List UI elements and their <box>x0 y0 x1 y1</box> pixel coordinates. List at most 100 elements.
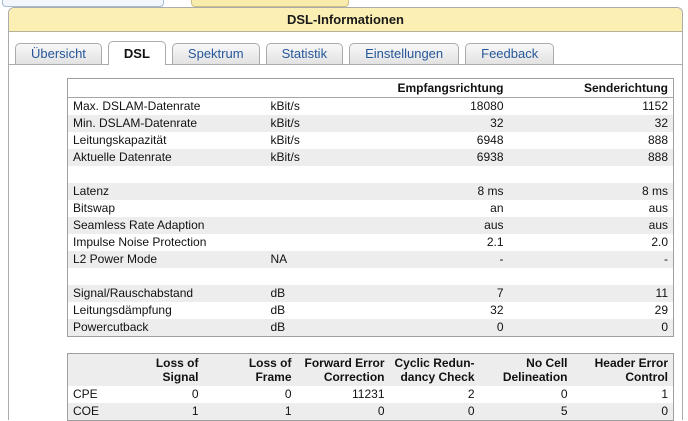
spacer-cell <box>68 166 674 183</box>
row-downstream-value: 6938 <box>336 149 509 166</box>
dsl-information-panel: DSL-Informationen Übersicht DSL Spektrum… <box>8 7 683 420</box>
row-upstream-value: 1152 <box>509 98 674 116</box>
row-unit <box>266 183 336 200</box>
coe-loss-of-frame: 1 <box>204 403 297 421</box>
tab-feedback[interactable]: Feedback <box>465 43 554 64</box>
table-row: Leitungskapazität kBit/s 6948 888 <box>68 132 674 149</box>
row-upstream-value: 29 <box>509 302 674 319</box>
row-label: Min. DSLAM-Datenrate <box>68 115 266 132</box>
row-upstream-value: 8 ms <box>509 183 674 200</box>
table-header-row: Empfangsrichtung Senderichtung <box>68 79 674 98</box>
table-row: Signal/Rauschabstand dB 7 11 <box>68 285 674 302</box>
cpe-forward-error-correction: 11231 <box>297 386 390 403</box>
table-row: Leitungsdämpfung dB 32 29 <box>68 302 674 319</box>
column-header-no-cell-delineation: No Cell Delineation <box>480 354 573 387</box>
row-downstream-value: 0 <box>336 319 509 337</box>
tab-dsl[interactable]: DSL <box>108 41 166 65</box>
row-downstream-value: 8 ms <box>336 183 509 200</box>
column-header-upstream: Senderichtung <box>509 79 674 98</box>
coe-header-error-control: 0 <box>573 403 674 421</box>
cpe-header-error-control: 1 <box>573 386 674 403</box>
table-row: L2 Power Mode NA - - <box>68 251 674 268</box>
row-label: Signal/Rauschabstand <box>68 285 266 302</box>
row-upstream-value: aus <box>509 200 674 217</box>
row-downstream-value: - <box>336 251 509 268</box>
row-upstream-value: 2.0 <box>509 234 674 251</box>
row-unit: dB <box>266 302 336 319</box>
row-upstream-value: - <box>509 251 674 268</box>
row-upstream-value: 0 <box>509 319 674 337</box>
row-downstream-value: an <box>336 200 509 217</box>
coe-no-cell-delineation: 5 <box>480 403 573 421</box>
table-row: Aktuelle Datenrate kBit/s 6938 888 <box>68 149 674 166</box>
row-downstream-value: 2.1 <box>336 234 509 251</box>
row-label: Max. DSLAM-Datenrate <box>68 98 266 116</box>
coe-loss-of-signal: 1 <box>133 403 204 421</box>
tab-statistik[interactable]: Statistik <box>266 43 344 64</box>
row-label: Impulse Noise Protection <box>68 234 266 251</box>
cpe-cyclic-redundancy-check: 2 <box>390 386 480 403</box>
column-header-forward-error-correction: Forward Error Correction <box>297 354 390 387</box>
row-label: Latenz <box>68 183 266 200</box>
page-title: DSL-Informationen <box>9 8 682 32</box>
cropped-yellow-button-fragment <box>191 0 349 7</box>
row-label: L2 Power Mode <box>68 251 266 268</box>
tab-einstellungen[interactable]: Einstellungen <box>349 43 459 64</box>
row-label: Leitungsdämpfung <box>68 302 266 319</box>
column-header-loss-of-frame: Loss of Frame <box>204 354 297 387</box>
cpe-loss-of-signal: 0 <box>133 386 204 403</box>
row-unit <box>266 234 336 251</box>
tab-spektrum[interactable]: Spektrum <box>172 43 260 64</box>
table-row-cpe: CPE 0 0 11231 2 0 1 <box>68 386 674 403</box>
empty-header-cell <box>266 79 336 98</box>
row-downstream-value: 32 <box>336 302 509 319</box>
row-downstream-value: aus <box>336 217 509 234</box>
column-header-cyclic-redundancy-check: Cyclic Redun- dancy Check <box>390 354 480 387</box>
dsl-parameters-table: Empfangsrichtung Senderichtung Max. DSLA… <box>67 78 674 337</box>
row-label: Seamless Rate Adaption <box>68 217 266 234</box>
row-label: Leitungskapazität <box>68 132 266 149</box>
column-header-loss-of-signal: Loss of Signal <box>133 354 204 387</box>
table-row: Min. DSLAM-Datenrate kBit/s 32 32 <box>68 115 674 132</box>
table-header-row: Loss of Signal Loss of Frame Forward Err… <box>68 354 674 387</box>
spacer-cell <box>68 268 674 285</box>
column-header-downstream: Empfangsrichtung <box>336 79 509 98</box>
table-row: Bitswap an aus <box>68 200 674 217</box>
cpe-no-cell-delineation: 0 <box>480 386 573 403</box>
row-unit <box>266 217 336 234</box>
row-upstream-value: aus <box>509 217 674 234</box>
table-row: Powercutback dB 0 0 <box>68 319 674 337</box>
row-unit: NA <box>266 251 336 268</box>
spacer-row <box>68 166 674 183</box>
table-row: Latenz 8 ms 8 ms <box>68 183 674 200</box>
row-upstream-value: 11 <box>509 285 674 302</box>
row-unit <box>266 200 336 217</box>
row-upstream-value: 888 <box>509 149 674 166</box>
row-label: Aktuelle Datenrate <box>68 149 266 166</box>
column-header-header-error-control: Header Error Control <box>573 354 674 387</box>
table-row-coe: COE 1 1 0 0 5 0 <box>68 403 674 421</box>
empty-header-cell <box>68 354 133 387</box>
tab-bar: Übersicht DSL Spektrum Statistik Einstel… <box>9 41 682 65</box>
row-label: Powercutback <box>68 319 266 337</box>
tab-uebersicht[interactable]: Übersicht <box>15 43 102 64</box>
tab-content-dsl: Empfangsrichtung Senderichtung Max. DSLA… <box>9 65 682 421</box>
row-unit: dB <box>266 319 336 337</box>
coe-cyclic-redundancy-check: 0 <box>390 403 480 421</box>
cpe-loss-of-frame: 0 <box>204 386 297 403</box>
row-unit: dB <box>266 285 336 302</box>
row-unit: kBit/s <box>266 115 336 132</box>
spacer-row <box>68 268 674 285</box>
table-row: Max. DSLAM-Datenrate kBit/s 18080 1152 <box>68 98 674 116</box>
row-unit: kBit/s <box>266 149 336 166</box>
row-downstream-value: 32 <box>336 115 509 132</box>
table-row: Seamless Rate Adaption aus aus <box>68 217 674 234</box>
empty-header-cell <box>68 79 266 98</box>
row-upstream-value: 32 <box>509 115 674 132</box>
row-unit: kBit/s <box>266 132 336 149</box>
row-downstream-value: 18080 <box>336 98 509 116</box>
row-label: CPE <box>68 386 133 403</box>
row-upstream-value: 888 <box>509 132 674 149</box>
row-unit: kBit/s <box>266 98 336 116</box>
row-label: Bitswap <box>68 200 266 217</box>
